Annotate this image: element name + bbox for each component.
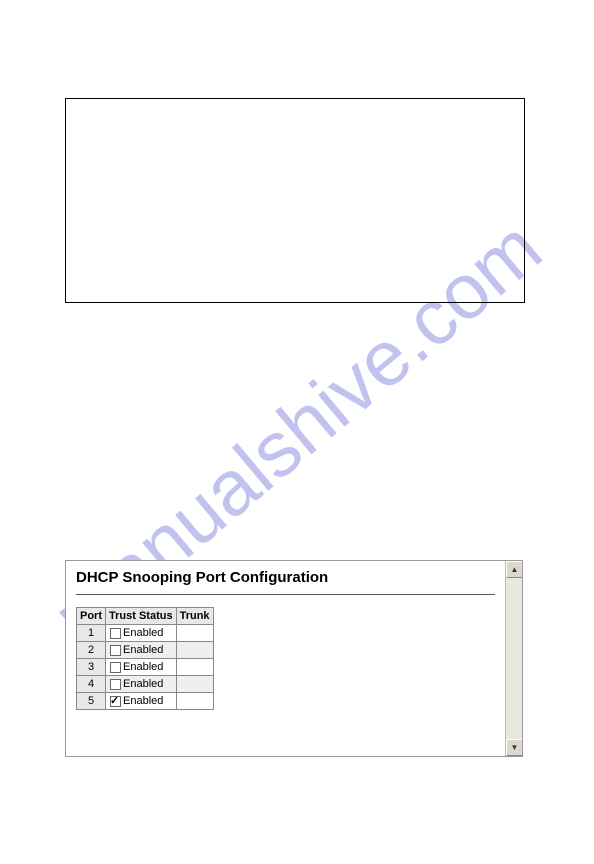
table-row: 2 Enabled: [77, 642, 214, 659]
trust-cell: Enabled: [106, 693, 177, 710]
scroll-up-button[interactable]: ▲: [506, 561, 523, 578]
table-row: 5 Enabled: [77, 693, 214, 710]
port-cell: 1: [77, 625, 106, 642]
port-config-panel: DHCP Snooping Port Configuration Port Tr…: [65, 560, 523, 757]
table-row: 4 Enabled: [77, 676, 214, 693]
port-cell: 3: [77, 659, 106, 676]
scrollbar[interactable]: ▲ ▼: [505, 561, 522, 756]
enabled-label: Enabled: [123, 661, 163, 673]
trust-cell: Enabled: [106, 676, 177, 693]
trunk-cell: [176, 642, 213, 659]
col-trust: Trust Status: [106, 608, 177, 625]
empty-box: [65, 98, 525, 303]
divider: [76, 594, 495, 595]
panel-title: DHCP Snooping Port Configuration: [76, 569, 495, 586]
trust-checkbox[interactable]: [110, 679, 121, 690]
enabled-label: Enabled: [123, 644, 163, 656]
trunk-cell: [176, 659, 213, 676]
enabled-label: Enabled: [123, 695, 163, 707]
port-config-table: Port Trust Status Trunk 1 Enabled 2 Enabled…: [76, 607, 214, 710]
scroll-down-button[interactable]: ▼: [506, 739, 523, 756]
col-port: Port: [77, 608, 106, 625]
trust-cell: Enabled: [106, 659, 177, 676]
trust-cell: Enabled: [106, 625, 177, 642]
trust-checkbox[interactable]: [110, 645, 121, 656]
trunk-cell: [176, 625, 213, 642]
enabled-label: Enabled: [123, 678, 163, 690]
port-cell: 2: [77, 642, 106, 659]
col-trunk: Trunk: [176, 608, 213, 625]
trust-checkbox[interactable]: [110, 628, 121, 639]
table-row: 3 Enabled: [77, 659, 214, 676]
table-header-row: Port Trust Status Trunk: [77, 608, 214, 625]
trunk-cell: [176, 676, 213, 693]
port-cell: 4: [77, 676, 106, 693]
port-cell: 5: [77, 693, 106, 710]
trust-cell: Enabled: [106, 642, 177, 659]
enabled-label: Enabled: [123, 627, 163, 639]
table-row: 1 Enabled: [77, 625, 214, 642]
trust-checkbox[interactable]: [110, 662, 121, 673]
trunk-cell: [176, 693, 213, 710]
trust-checkbox[interactable]: [110, 696, 121, 707]
